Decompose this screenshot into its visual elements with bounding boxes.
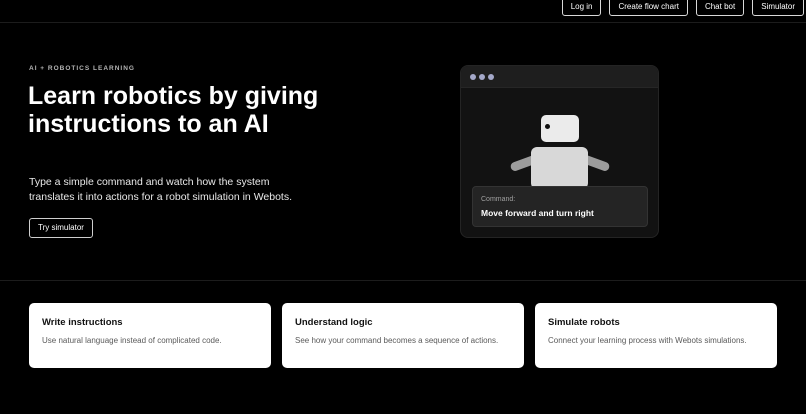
window-title-bar: [461, 66, 658, 88]
robot-eye: [545, 124, 550, 129]
window-dot-icon: [479, 74, 485, 80]
feature-card-understand-logic: Understand logic See how your command be…: [282, 303, 524, 368]
hero-title: Learn robotics by giving instructions to…: [28, 82, 319, 138]
simulation-preview-window: Command: Move forward and turn right: [460, 65, 659, 238]
robot-body: [531, 147, 588, 189]
feature-description: See how your command becomes a sequence …: [295, 336, 499, 345]
section-divider: [0, 280, 806, 281]
create-flow-chart-button[interactable]: Create flow chart: [609, 0, 688, 16]
feature-title: Simulate robots: [548, 317, 620, 328]
feature-card-write-instructions: Write instructions Use natural language …: [29, 303, 271, 368]
robot-head: [541, 115, 579, 142]
window-dot-icon: [488, 74, 494, 80]
feature-description: Connect your learning process with Webot…: [548, 336, 747, 345]
top-nav: Log in Create flow chart Chat bot Simula…: [561, 0, 804, 16]
chat-bot-button[interactable]: Chat bot: [695, 0, 745, 16]
command-label: Command:: [481, 196, 516, 203]
feature-description: Use natural language instead of complica…: [42, 336, 222, 345]
simulator-button[interactable]: Simulator: [752, 0, 804, 16]
hero-description: Type a simple command and watch how the …: [29, 176, 293, 203]
top-bar: Log in Create flow chart Chat bot Simula…: [0, 0, 806, 23]
feature-title: Write instructions: [42, 317, 123, 328]
log-in-button[interactable]: Log in: [561, 0, 602, 16]
feature-card-simulate-robots: Simulate robots Connect your learning pr…: [535, 303, 777, 368]
command-value: Move forward and turn right: [481, 208, 594, 218]
hero-eyebrow: AI + ROBOTICS LEARNING: [29, 65, 135, 72]
feature-title: Understand logic: [295, 317, 373, 328]
command-card: Command: Move forward and turn right: [472, 186, 648, 227]
window-dot-icon: [470, 74, 476, 80]
try-simulator-button[interactable]: Try simulator: [29, 218, 93, 238]
